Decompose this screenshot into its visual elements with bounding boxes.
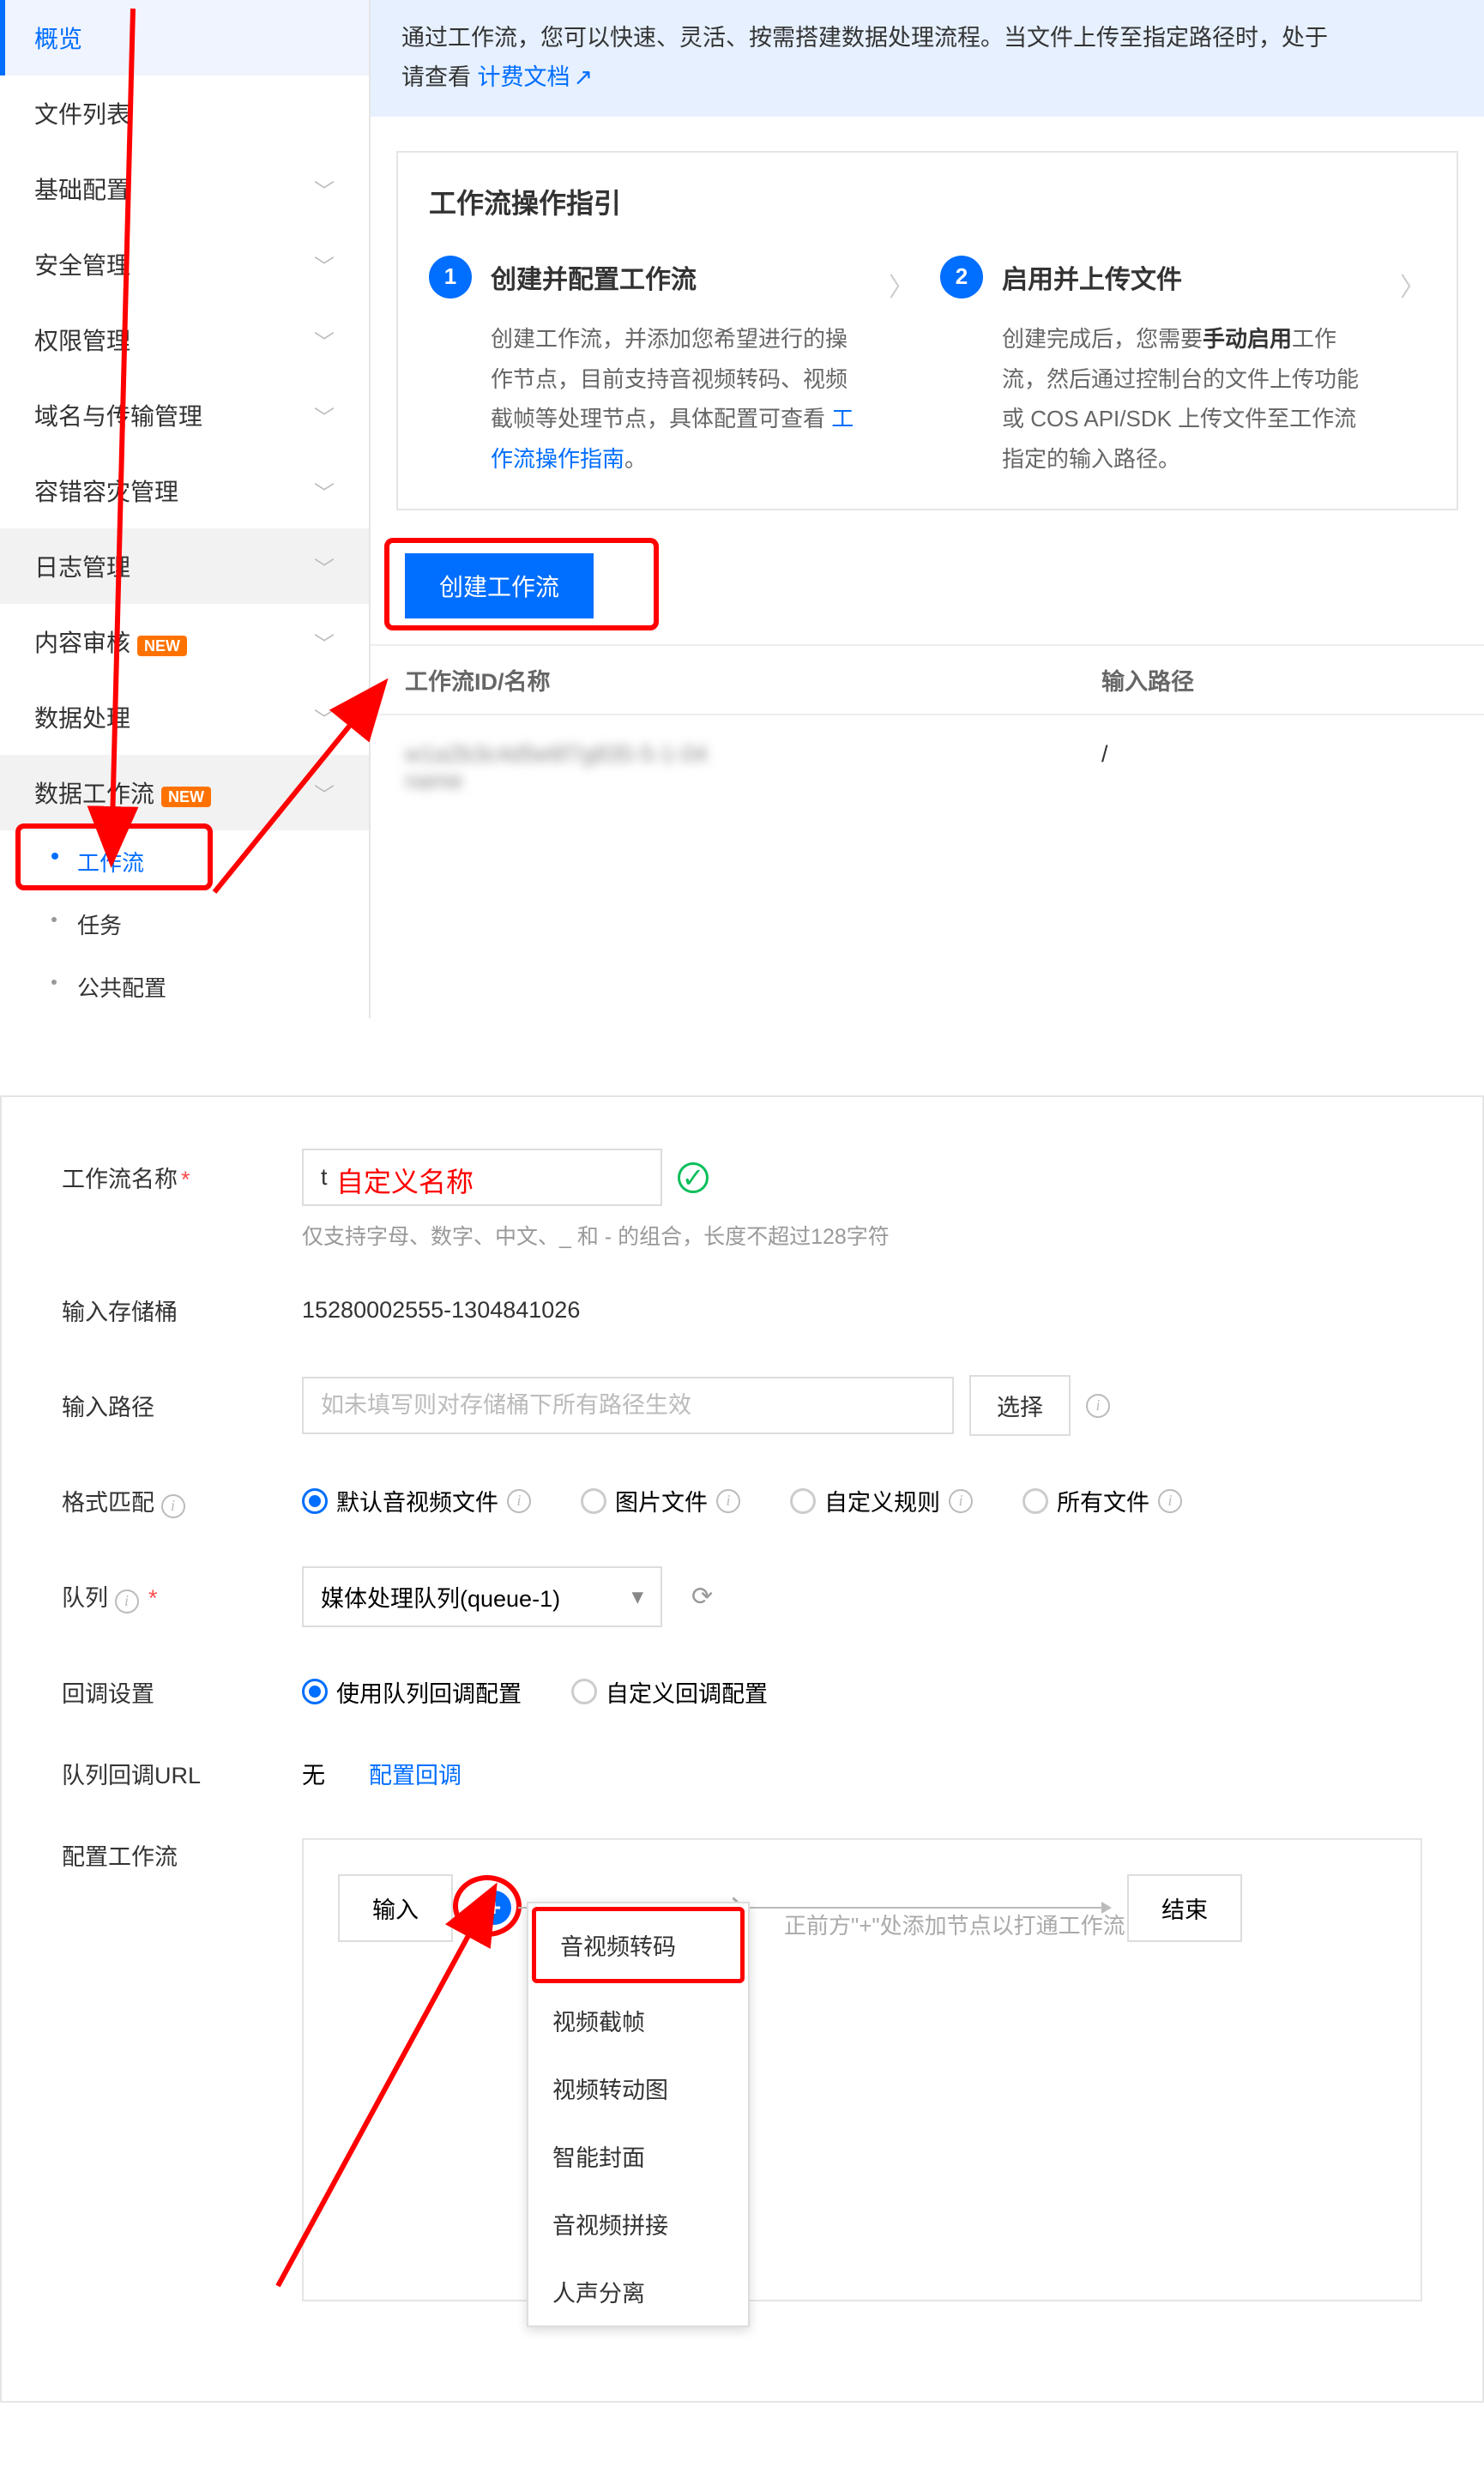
info-icon[interactable]: i: [716, 1489, 740, 1513]
workflow-name-hint: 仅支持字母、数字、中文、_ 和 - 的组合，长度不超过128字符: [302, 1220, 1422, 1251]
check-icon: ✓: [678, 1162, 709, 1193]
info-icon[interactable]: i: [115, 1589, 139, 1613]
sidebar-item-domain[interactable]: 域名与传输管理﹀: [0, 377, 369, 453]
info-icon[interactable]: i: [949, 1489, 973, 1513]
main-content: 通过工作流，您可以快速、灵活、按需搭建数据处理流程。当文件上传至指定路径时，处于…: [371, 0, 1484, 1018]
input-path-field[interactable]: [302, 1377, 954, 1434]
chevron-down-icon: ﹀: [314, 552, 335, 582]
info-icon[interactable]: i: [1158, 1489, 1182, 1513]
external-link-icon: ↗: [574, 64, 594, 90]
chevron-down-icon: ﹀: [314, 250, 335, 280]
label-queue: 队列 i *: [62, 1579, 302, 1613]
wf-node-end: 结束: [1127, 1874, 1242, 1942]
chevron-right-icon: 〉: [1400, 266, 1426, 304]
menu-item-voice-sep[interactable]: 人声分离: [528, 2258, 748, 2325]
radio-custom-callback[interactable]: 自定义回调配置: [571, 1675, 768, 1709]
chevron-down-icon: ﹀: [314, 401, 335, 431]
table-col-id: 工作流ID/名称: [405, 663, 1101, 697]
highlight-plus-circle: [453, 1875, 522, 1937]
chevron-down-icon: ﹀: [314, 627, 335, 657]
sidebar-sub-public[interactable]: 公共配置: [0, 956, 369, 1018]
menu-item-snapshot[interactable]: 视频截帧: [528, 1987, 748, 2054]
sidebar-sub-task[interactable]: 任务: [0, 893, 369, 956]
chevron-down-icon: ﹀: [314, 325, 335, 355]
sidebar-item-security[interactable]: 安全管理﹀: [0, 226, 369, 302]
guide-panel: 工作流操作指引 1 创建并配置工作流 创建工作流，并添加您希望进行的操作节点，目…: [396, 151, 1458, 510]
highlight-workflow-menu: [15, 823, 213, 890]
radio-image[interactable]: 图片文件 i: [581, 1484, 740, 1517]
chevron-down-icon: ﹀: [314, 174, 335, 204]
chevron-right-icon: 〉: [889, 266, 914, 304]
sidebar-item-files[interactable]: 文件列表: [0, 75, 369, 151]
sidebar: 概览 文件列表 基础配置﹀ 安全管理﹀ 权限管理﹀ 域名与传输管理﹀ 容错容灾管…: [0, 0, 371, 1018]
label-bucket: 输入存储桶: [62, 1294, 302, 1327]
sidebar-item-permission[interactable]: 权限管理﹀: [0, 302, 369, 377]
label-callback-url: 队列回调URL: [62, 1757, 302, 1790]
chevron-down-icon: ﹀: [314, 476, 335, 506]
wf-hint-text: 正前方"+"处添加节点以打通工作流: [784, 1909, 1125, 1940]
info-icon[interactable]: i: [507, 1489, 531, 1513]
workflow-canvas: 输入 + ⇄ 结束 正前方"+"处添加节点以打通工作流 音视频转码 视频截帧: [302, 1838, 1422, 2301]
chevron-down-icon: ﹀: [314, 778, 335, 808]
guide-step-1: 1 创建并配置工作流 创建工作流，并添加您希望进行的操作节点，目前支持音视频转码…: [429, 256, 863, 480]
queue-select[interactable]: 媒体处理队列(queue-1)▾: [302, 1566, 662, 1627]
new-badge: NEW: [137, 636, 187, 656]
menu-item-concat[interactable]: 音视频拼接: [528, 2190, 748, 2258]
label-config-workflow: 配置工作流: [62, 1838, 302, 1872]
sidebar-item-fault[interactable]: 容错容灾管理﹀: [0, 453, 369, 528]
table-col-path: 输入路径: [1101, 663, 1450, 697]
wf-node-input[interactable]: 输入: [338, 1874, 453, 1942]
menu-item-transcode[interactable]: 音视频转码: [532, 1907, 745, 1983]
menu-item-smartcover[interactable]: 智能封面: [528, 2122, 748, 2190]
notice-banner: 通过工作流，您可以快速、灵活、按需搭建数据处理流程。当文件上传至指定路径时，处于…: [371, 0, 1484, 117]
workflow-name-input[interactable]: [302, 1149, 662, 1206]
sidebar-item-log[interactable]: 日志管理﹀: [0, 528, 369, 604]
label-format: 格式匹配 i: [62, 1484, 302, 1518]
radio-all[interactable]: 所有文件 i: [1023, 1484, 1182, 1517]
sidebar-item-overview[interactable]: 概览: [0, 0, 369, 75]
reload-icon[interactable]: ⟳: [691, 1582, 713, 1612]
sidebar-item-data-proc[interactable]: 数据处理﹀: [0, 679, 369, 755]
chevron-down-icon: ﹀: [314, 703, 335, 733]
info-icon[interactable]: i: [161, 1494, 185, 1518]
node-type-menu: 音视频转码 视频截帧 视频转动图 智能封面 音视频拼接 人声分离: [527, 1902, 750, 2327]
guide-title: 工作流操作指引: [429, 182, 1426, 221]
radio-custom[interactable]: 自定义规则 i: [790, 1484, 973, 1517]
sidebar-item-workflow-group[interactable]: 数据工作流NEW﹀: [0, 755, 369, 830]
bucket-value: 15280002555-1304841026: [302, 1297, 580, 1324]
sidebar-item-basic[interactable]: 基础配置﹀: [0, 151, 369, 226]
label-callback: 回调设置: [62, 1675, 302, 1709]
config-callback-link[interactable]: 配置回调: [369, 1757, 461, 1790]
table-header: 工作流ID/名称 输入路径: [371, 644, 1484, 715]
label-workflow-name: 工作流名称*: [62, 1161, 302, 1194]
highlight-create-button: [384, 538, 659, 630]
chevron-down-icon: ▾: [631, 1583, 643, 1610]
guide-step-2: 2 启用并上传文件 创建完成后，您需要手动启用工作流，然后通过控制台的文件上传功…: [940, 256, 1374, 480]
step-number-1: 1: [429, 256, 472, 299]
new-badge: NEW: [161, 787, 211, 807]
label-input-path: 输入路径: [62, 1389, 302, 1422]
billing-doc-link[interactable]: 计费文档: [478, 64, 570, 90]
select-path-button[interactable]: 选择: [969, 1375, 1071, 1436]
info-icon[interactable]: i: [1086, 1394, 1110, 1418]
step-number-2: 2: [940, 256, 983, 299]
radio-default-av[interactable]: 默认音视频文件 i: [302, 1484, 531, 1517]
radio-use-queue-callback[interactable]: 使用队列回调配置: [302, 1675, 522, 1709]
workflow-form: 工作流名称* 自定义名称 ✓ 仅支持字母、数字、中文、_ 和 - 的组合，长度不…: [0, 1095, 1484, 2403]
menu-item-animation[interactable]: 视频转动图: [528, 2054, 748, 2122]
table-row[interactable]: w1a2b3c4d5e6f7g835-5-1-04name /: [371, 715, 1484, 837]
sidebar-item-audit[interactable]: 内容审核NEW﹀: [0, 604, 369, 679]
